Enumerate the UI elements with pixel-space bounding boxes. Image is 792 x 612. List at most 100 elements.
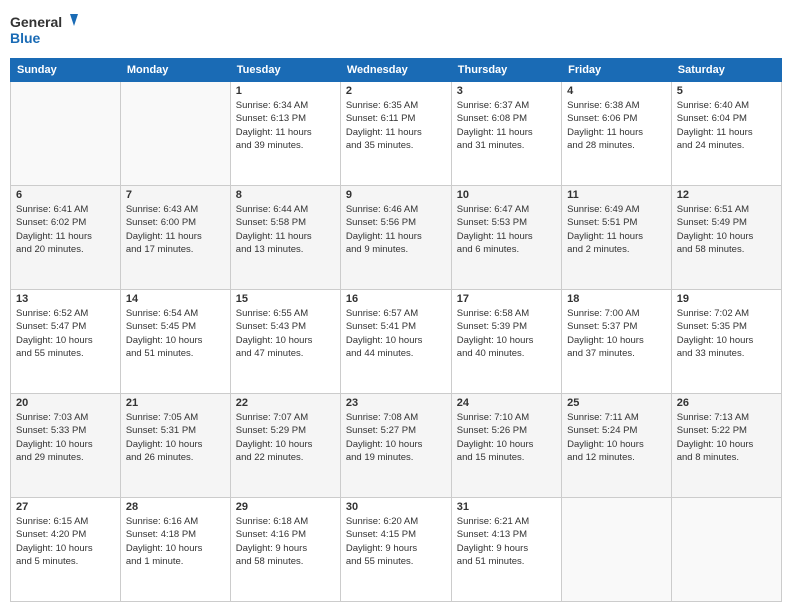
day-info: Sunrise: 7:10 AM Sunset: 5:26 PM Dayligh…: [457, 411, 556, 464]
day-info: Sunrise: 6:20 AM Sunset: 4:15 PM Dayligh…: [346, 515, 446, 568]
day-info: Sunrise: 6:47 AM Sunset: 5:53 PM Dayligh…: [457, 203, 556, 256]
day-number: 29: [236, 501, 335, 513]
calendar-cell: 4 Sunrise: 6:38 AM Sunset: 6:06 PM Daylig…: [562, 82, 672, 186]
day-number: 16: [346, 293, 446, 305]
calendar-cell: 19 Sunrise: 7:02 AM Sunset: 5:35 PM Dayli…: [671, 290, 781, 394]
weekday-header-friday: Friday: [562, 59, 672, 82]
calendar-cell: 6 Sunrise: 6:41 AM Sunset: 6:02 PM Daylig…: [11, 186, 121, 290]
calendar-cell: 8Sunrise: 6:44 AM Sunset: 5:58 PM Daylig…: [230, 186, 340, 290]
day-info: Sunrise: 7:00 AM Sunset: 5:37 PM Dayligh…: [567, 307, 666, 360]
calendar-cell: 26Sunrise: 7:13 AM Sunset: 5:22 PM Dayli…: [671, 394, 781, 498]
calendar-cell: 31 Sunrise: 6:21 AM Sunset: 4:13 PM Dayli…: [451, 498, 561, 602]
calendar-cell: 7 Sunrise: 6:43 AM Sunset: 6:00 PM Daylig…: [120, 186, 230, 290]
weekday-header-monday: Monday: [120, 59, 230, 82]
svg-text:Blue: Blue: [10, 30, 41, 46]
calendar-cell: 15 Sunrise: 6:55 AM Sunset: 5:43 PM Dayli…: [230, 290, 340, 394]
day-info: Sunrise: 6:34 AM Sunset: 6:13 PM Dayligh…: [236, 99, 335, 152]
day-number: 3: [457, 85, 556, 97]
day-info: Sunrise: 6:41 AM Sunset: 6:02 PM Dayligh…: [16, 203, 115, 256]
week-row-3: 13 Sunrise: 6:52 AM Sunset: 5:47 PM Dayli…: [11, 290, 782, 394]
day-info: Sunrise: 6:43 AM Sunset: 6:00 PM Dayligh…: [126, 203, 225, 256]
calendar-cell: 17Sunrise: 6:58 AM Sunset: 5:39 PM Dayli…: [451, 290, 561, 394]
day-number: 13: [16, 293, 115, 305]
day-info: Sunrise: 6:57 AM Sunset: 5:41 PM Dayligh…: [346, 307, 446, 360]
day-number: 21: [126, 397, 225, 409]
calendar-cell: [11, 82, 121, 186]
weekday-header-saturday: Saturday: [671, 59, 781, 82]
day-info: Sunrise: 7:07 AM Sunset: 5:29 PM Dayligh…: [236, 411, 335, 464]
day-number: 5: [677, 85, 776, 97]
svg-text:General: General: [10, 14, 62, 30]
weekday-header-row: SundayMondayTuesdayWednesdayThursdayFrid…: [11, 59, 782, 82]
day-info: Sunrise: 6:40 AM Sunset: 6:04 PM Dayligh…: [677, 99, 776, 152]
calendar-cell: 29 Sunrise: 6:18 AM Sunset: 4:16 PM Dayli…: [230, 498, 340, 602]
day-info: Sunrise: 6:15 AM Sunset: 4:20 PM Dayligh…: [16, 515, 115, 568]
day-info: Sunrise: 7:11 AM Sunset: 5:24 PM Dayligh…: [567, 411, 666, 464]
day-number: 24: [457, 397, 556, 409]
weekday-header-thursday: Thursday: [451, 59, 561, 82]
day-number: 11: [567, 189, 666, 201]
calendar-cell: 3 Sunrise: 6:37 AM Sunset: 6:08 PM Daylig…: [451, 82, 561, 186]
day-info: Sunrise: 7:02 AM Sunset: 5:35 PM Dayligh…: [677, 307, 776, 360]
day-number: 7: [126, 189, 225, 201]
day-info: Sunrise: 6:35 AM Sunset: 6:11 PM Dayligh…: [346, 99, 446, 152]
day-info: Sunrise: 6:52 AM Sunset: 5:47 PM Dayligh…: [16, 307, 115, 360]
day-number: 18: [567, 293, 666, 305]
calendar-table: SundayMondayTuesdayWednesdayThursdayFrid…: [10, 58, 782, 602]
day-number: 22: [236, 397, 335, 409]
week-row-4: 20Sunrise: 7:03 AM Sunset: 5:33 PM Dayli…: [11, 394, 782, 498]
day-number: 6: [16, 189, 115, 201]
calendar-cell: 18 Sunrise: 7:00 AM Sunset: 5:37 PM Dayli…: [562, 290, 672, 394]
calendar-cell: 13 Sunrise: 6:52 AM Sunset: 5:47 PM Dayli…: [11, 290, 121, 394]
day-info: Sunrise: 6:58 AM Sunset: 5:39 PM Dayligh…: [457, 307, 556, 360]
calendar-cell: 27 Sunrise: 6:15 AM Sunset: 4:20 PM Dayli…: [11, 498, 121, 602]
day-info: Sunrise: 6:37 AM Sunset: 6:08 PM Dayligh…: [457, 99, 556, 152]
logo: General Blue: [10, 10, 80, 50]
week-row-5: 27 Sunrise: 6:15 AM Sunset: 4:20 PM Dayli…: [11, 498, 782, 602]
weekday-header-sunday: Sunday: [11, 59, 121, 82]
calendar-cell: 2 Sunrise: 6:35 AM Sunset: 6:11 PM Daylig…: [340, 82, 451, 186]
day-info: Sunrise: 6:55 AM Sunset: 5:43 PM Dayligh…: [236, 307, 335, 360]
calendar-cell: 21Sunrise: 7:05 AM Sunset: 5:31 PM Dayli…: [120, 394, 230, 498]
day-number: 30: [346, 501, 446, 513]
day-info: Sunrise: 6:51 AM Sunset: 5:49 PM Dayligh…: [677, 203, 776, 256]
day-number: 2: [346, 85, 446, 97]
day-number: 27: [16, 501, 115, 513]
calendar-cell: 28Sunrise: 6:16 AM Sunset: 4:18 PM Dayli…: [120, 498, 230, 602]
calendar-cell: 10 Sunrise: 6:47 AM Sunset: 5:53 PM Dayli…: [451, 186, 561, 290]
day-number: 8: [236, 189, 335, 201]
week-row-2: 6 Sunrise: 6:41 AM Sunset: 6:02 PM Daylig…: [11, 186, 782, 290]
calendar-cell: [120, 82, 230, 186]
calendar-cell: 9 Sunrise: 6:46 AM Sunset: 5:56 PM Daylig…: [340, 186, 451, 290]
calendar-cell: 25Sunrise: 7:11 AM Sunset: 5:24 PM Dayli…: [562, 394, 672, 498]
weekday-header-tuesday: Tuesday: [230, 59, 340, 82]
calendar-page: General Blue SundayMondayTuesdayWednesda…: [0, 0, 792, 612]
calendar-cell: [562, 498, 672, 602]
day-number: 28: [126, 501, 225, 513]
day-number: 9: [346, 189, 446, 201]
calendar-cell: 23Sunrise: 7:08 AM Sunset: 5:27 PM Dayli…: [340, 394, 451, 498]
calendar-cell: 22 Sunrise: 7:07 AM Sunset: 5:29 PM Dayli…: [230, 394, 340, 498]
week-row-1: 1Sunrise: 6:34 AM Sunset: 6:13 PM Daylig…: [11, 82, 782, 186]
day-number: 4: [567, 85, 666, 97]
calendar-cell: 16 Sunrise: 6:57 AM Sunset: 5:41 PM Dayli…: [340, 290, 451, 394]
day-number: 10: [457, 189, 556, 201]
weekday-header-wednesday: Wednesday: [340, 59, 451, 82]
day-info: Sunrise: 6:18 AM Sunset: 4:16 PM Dayligh…: [236, 515, 335, 568]
day-info: Sunrise: 7:03 AM Sunset: 5:33 PM Dayligh…: [16, 411, 115, 464]
calendar-cell: 14Sunrise: 6:54 AM Sunset: 5:45 PM Dayli…: [120, 290, 230, 394]
day-info: Sunrise: 6:38 AM Sunset: 6:06 PM Dayligh…: [567, 99, 666, 152]
calendar-cell: 24 Sunrise: 7:10 AM Sunset: 5:26 PM Dayli…: [451, 394, 561, 498]
calendar-cell: 5 Sunrise: 6:40 AM Sunset: 6:04 PM Daylig…: [671, 82, 781, 186]
calendar-cell: 11Sunrise: 6:49 AM Sunset: 5:51 PM Dayli…: [562, 186, 672, 290]
day-info: Sunrise: 7:08 AM Sunset: 5:27 PM Dayligh…: [346, 411, 446, 464]
calendar-cell: 1Sunrise: 6:34 AM Sunset: 6:13 PM Daylig…: [230, 82, 340, 186]
day-number: 19: [677, 293, 776, 305]
logo-svg: General Blue: [10, 10, 80, 50]
day-number: 26: [677, 397, 776, 409]
day-number: 31: [457, 501, 556, 513]
day-info: Sunrise: 6:21 AM Sunset: 4:13 PM Dayligh…: [457, 515, 556, 568]
day-number: 12: [677, 189, 776, 201]
day-info: Sunrise: 6:46 AM Sunset: 5:56 PM Dayligh…: [346, 203, 446, 256]
day-number: 15: [236, 293, 335, 305]
